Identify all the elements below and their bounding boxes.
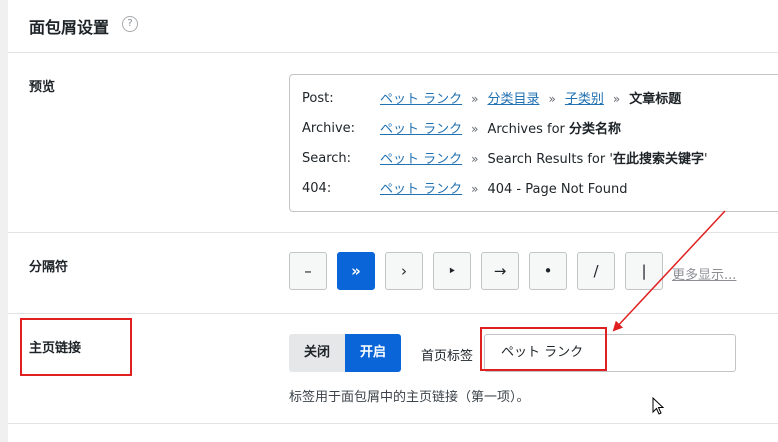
separator-option-pipe[interactable]: | [625,252,663,290]
divider [8,232,778,233]
preview-label: 预览 [29,80,56,95]
separator-option-triangle[interactable]: ‣ [433,252,471,290]
separator-option-arrow[interactable]: → [481,252,519,290]
home-link-description: 标签用于面包屑中的主页链接（第一项）。 [289,390,530,405]
breadcrumb-current: 在此搜索关键字 [612,152,704,167]
annotation-highlight-field [480,327,607,371]
breadcrumb-separator: » [548,92,556,106]
divider [8,423,778,424]
breadcrumb-subcategory-link[interactable]: 子类别 [565,92,604,107]
breadcrumb-home-link[interactable]: ペット ランク [380,152,462,167]
breadcrumb-text: 404 - Page Not Found [487,182,628,197]
preview-row-key: Archive: [302,121,356,136]
divider [8,313,778,314]
separator-option-bullet[interactable]: • [529,252,567,290]
home-link-toggle[interactable]: 关闭 开启 [289,334,401,372]
breadcrumb-trail: ペット ランク » 404 - Page Not Found [380,179,627,200]
breadcrumb-trail: ペット ランク » 分类目录 » 子类别 » 文章标题 [380,89,681,110]
page-title: 面包屑设置 [29,18,110,37]
preview-row-key: Post: [302,91,334,106]
separator-option-slash[interactable]: / [577,252,615,290]
breadcrumb-separator: » [471,92,479,106]
breadcrumb-current: 分类名称 [569,122,622,137]
separator-option-dash[interactable]: – [289,252,327,290]
breadcrumb-separator: » [471,152,479,166]
divider [8,52,778,53]
breadcrumb-trail: ペット ランク » Archives for 分类名称 [380,119,621,140]
breadcrumb-home-link[interactable]: ペット ランク [380,182,462,197]
home-label-field-label: 首页标签 [421,349,474,364]
breadcrumb-category-link[interactable]: 分类目录 [487,92,539,107]
breadcrumb-home-link[interactable]: ペット ランク [380,122,462,137]
breadcrumb-text: Search Results for ' [487,152,613,167]
toggle-on-button[interactable]: 开启 [345,334,401,372]
separator-label: 分隔符 [29,260,69,275]
breadcrumb-trail: ペット ランク » Search Results for '在此搜索关键字' [380,149,708,170]
annotation-highlight-label [20,318,132,376]
breadcrumb-home-link[interactable]: ペット ランク [380,92,462,107]
breadcrumb-preview-box: Post: ペット ランク » 分类目录 » 子类别 » 文章标题 Archive: ペット… [289,74,778,212]
show-more-link[interactable]: 更多显示... [672,264,736,283]
breadcrumb-current: 文章标题 [629,92,682,107]
breadcrumb-text: Archives for [487,122,570,137]
help-icon[interactable]: ? [122,16,138,32]
breadcrumb-separator: » [612,92,621,106]
preview-row-key: 404: [302,181,332,196]
toggle-off-button[interactable]: 关闭 [289,334,345,372]
separator-option-raquo[interactable]: » [337,252,375,290]
preview-row-key: Search: [302,151,352,166]
separator-option-rsaquo[interactable]: › [385,252,423,290]
breadcrumb-separator: » [471,182,479,196]
breadcrumb-text: ' [703,152,708,167]
breadcrumb-separator: » [471,122,479,136]
